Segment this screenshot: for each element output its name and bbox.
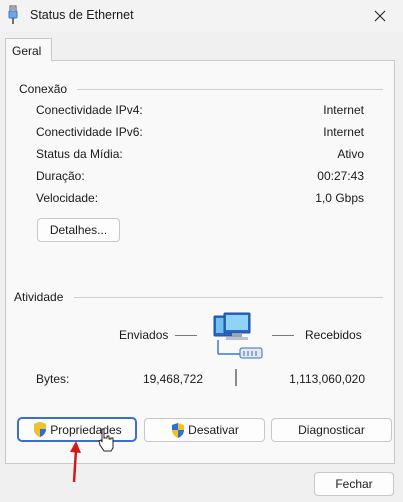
close-icon bbox=[374, 10, 386, 22]
annotation-arrow-icon bbox=[70, 441, 81, 483]
properties-button[interactable]: Propriedades bbox=[17, 417, 137, 442]
tab-label: Geral bbox=[12, 44, 42, 58]
media-status-value: Ativo bbox=[337, 147, 364, 161]
duration-value: 00:27:43 bbox=[317, 169, 364, 183]
ipv6-label: Conectividade IPv6: bbox=[36, 125, 143, 139]
received-line bbox=[272, 335, 294, 336]
network-adapter-icon bbox=[8, 5, 18, 24]
sent-line bbox=[175, 335, 197, 336]
media-status-label: Status da Mídia: bbox=[36, 147, 123, 161]
window-title: Status de Ethernet bbox=[30, 8, 134, 22]
tab-geral[interactable]: Geral bbox=[5, 38, 52, 61]
connection-section-label: Conexão bbox=[19, 82, 68, 96]
diagnose-button[interactable]: Diagnosticar bbox=[271, 418, 392, 442]
title-bar: Status de Ethernet bbox=[0, 0, 403, 32]
speed-label: Velocidade: bbox=[36, 191, 99, 205]
activity-section-label: Atividade bbox=[14, 290, 64, 304]
ipv4-value: Internet bbox=[323, 103, 364, 117]
bytes-label: Bytes: bbox=[36, 372, 70, 386]
ipv4-label: Conectividade IPv4: bbox=[36, 103, 143, 117]
disable-button-label: Desativar bbox=[188, 423, 239, 437]
bytes-sent-value: 19,468,722 bbox=[142, 372, 203, 386]
uac-shield-icon bbox=[172, 422, 185, 438]
sent-label: Enviados bbox=[119, 328, 169, 342]
close-window-button[interactable] bbox=[357, 0, 403, 32]
tab-panel bbox=[5, 60, 395, 464]
disable-button[interactable]: Desativar bbox=[144, 418, 265, 442]
close-button[interactable]: Fechar bbox=[314, 472, 394, 496]
activity-separator bbox=[74, 297, 383, 298]
duration-label: Duração: bbox=[36, 169, 85, 183]
mouse-pointer-icon bbox=[98, 428, 114, 452]
speed-value: 1,0 Gbps bbox=[315, 191, 364, 205]
ipv6-value: Internet bbox=[323, 125, 364, 139]
bytes-divider bbox=[235, 369, 237, 386]
network-computers-icon bbox=[213, 312, 263, 359]
connection-separator bbox=[77, 89, 383, 90]
details-button[interactable]: Detalhes... bbox=[37, 218, 120, 242]
received-label: Recebidos bbox=[305, 328, 362, 342]
bytes-received-value: 1,113,060,020 bbox=[289, 372, 365, 386]
uac-shield-icon bbox=[34, 422, 47, 437]
